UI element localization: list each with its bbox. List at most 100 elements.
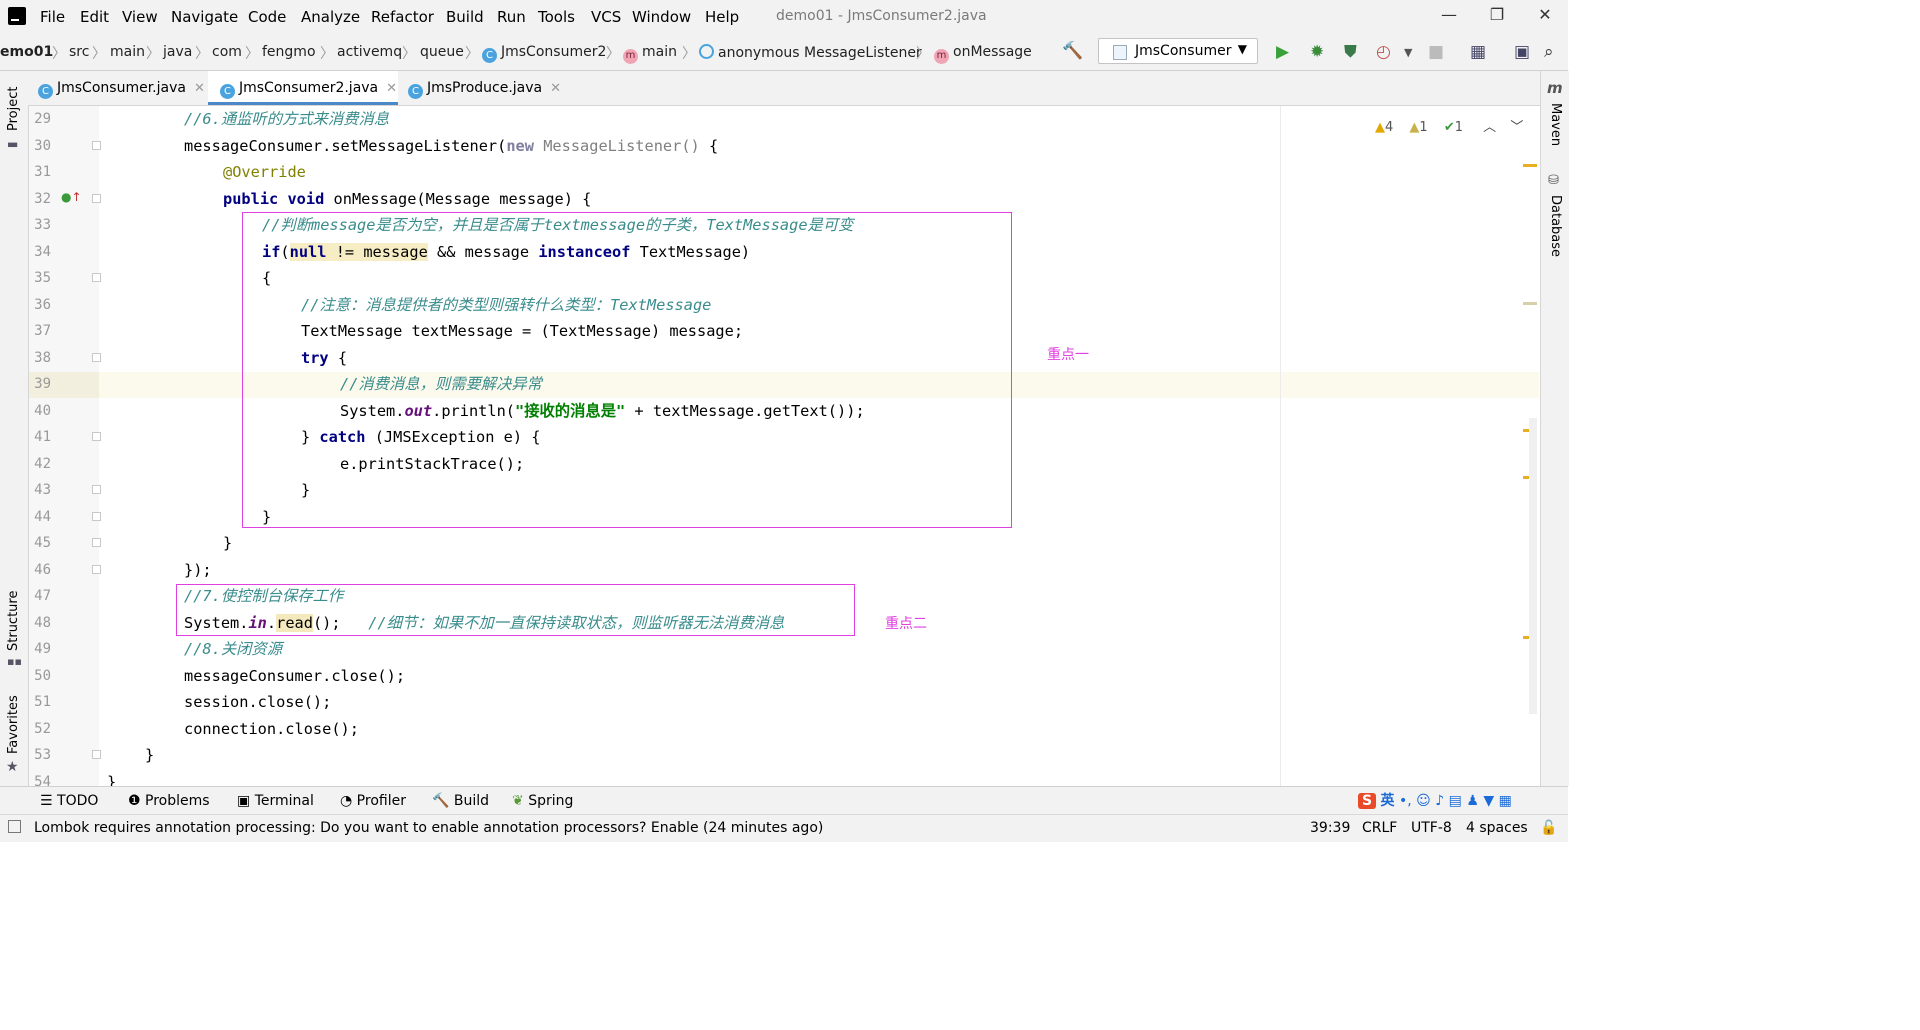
coverage-icon[interactable]: ⛊ (1344, 42, 1357, 62)
file-encoding[interactable]: UTF-8 (1411, 820, 1452, 836)
breadcrumb-class[interactable]: C JmsConsumer2 (482, 44, 606, 63)
grid-menu-icon[interactable]: ▦ (1499, 793, 1512, 809)
menu-code[interactable]: Code (248, 8, 286, 26)
favorites-panel-tab[interactable]: Favorites (6, 695, 21, 754)
method-icon: m (623, 49, 638, 64)
tab-jmsproduce[interactable]: C JmsProduce.java ✕ (398, 71, 568, 105)
profiler-tool-button[interactable]: ◔ Profiler (340, 793, 406, 809)
menu-view[interactable]: View (122, 8, 158, 26)
line-separator[interactable]: CRLF (1362, 820, 1397, 836)
close-window-button[interactable]: ✕ (1530, 5, 1560, 24)
terminal-window-icon[interactable]: ▣ (1514, 42, 1530, 62)
run-icon[interactable]: ▶ (1276, 42, 1289, 62)
fold-marker-icon[interactable] (92, 564, 101, 574)
maximize-button[interactable]: ❐ (1482, 5, 1512, 24)
menu-vcs[interactable]: VCS (591, 8, 621, 26)
database-panel-tab[interactable]: Database (1548, 195, 1563, 257)
menu-navigate[interactable]: Navigate (171, 8, 238, 26)
fold-marker-icon[interactable] (92, 750, 101, 759)
breadcrumb-project[interactable]: emo01 (0, 44, 53, 60)
project-panel-tab[interactable]: Project (6, 87, 21, 131)
fold-marker-icon[interactable] (92, 511, 101, 521)
menu-window[interactable]: Window (632, 8, 691, 26)
breadcrumb-java[interactable]: java (163, 44, 192, 60)
skin-icon[interactable]: ♟ (1466, 793, 1479, 809)
breadcrumb-src[interactable]: src (69, 44, 89, 60)
project-structure-icon[interactable]: ▦ (1470, 42, 1486, 62)
emoji-icon[interactable]: ☺ (1416, 793, 1431, 809)
minimize-button[interactable]: — (1434, 5, 1464, 24)
todo-tool-button[interactable]: ☰ TODO (40, 793, 98, 809)
problems-label: Problems (145, 793, 210, 809)
close-icon[interactable]: ✕ (550, 81, 561, 96)
spring-tool-button[interactable]: ❦ Spring (512, 793, 573, 809)
profile-icon[interactable]: ◴ (1376, 42, 1391, 62)
window-title: demo01 - JmsConsumer2.java (776, 8, 987, 24)
ime-punctuation-icon[interactable]: •, (1399, 793, 1412, 809)
menu-tools[interactable]: Tools (538, 8, 575, 26)
breadcrumb-activemq[interactable]: activemq (337, 44, 402, 60)
line-number: 29 (34, 111, 51, 127)
implements-method-icon[interactable]: ●↑ (61, 190, 82, 204)
breadcrumb-method-onmessage[interactable]: m onMessage (934, 44, 1032, 64)
caret-position[interactable]: 39:39 (1310, 820, 1350, 836)
tab-jmsconsumer[interactable]: C JmsConsumer.java ✕ (28, 71, 208, 105)
scrollbar-marker[interactable] (1523, 302, 1537, 305)
fold-marker-icon[interactable] (92, 352, 101, 362)
vertical-scrollbar-thumb[interactable] (1529, 418, 1537, 714)
breadcrumb-fengmo[interactable]: fengmo (262, 44, 316, 60)
fold-marker-icon[interactable] (92, 193, 101, 203)
close-icon[interactable]: ✕ (386, 81, 397, 96)
breadcrumb-queue[interactable]: queue (420, 44, 464, 60)
structure-panel-tab[interactable]: Structure (6, 591, 21, 651)
scrollbar-warning-marker[interactable] (1523, 164, 1537, 167)
close-icon[interactable]: ✕ (194, 81, 205, 96)
build-tool-button[interactable]: 🔨 Build (432, 793, 489, 809)
microphone-icon[interactable]: ♪ (1435, 793, 1444, 809)
fold-marker-icon[interactable] (92, 140, 101, 150)
tshirt-icon[interactable]: ▼ (1483, 793, 1494, 809)
menu-bar: File Edit View Navigate Code Analyze Ref… (0, 0, 1568, 34)
lock-icon[interactable]: 🔓 (1540, 820, 1557, 836)
search-icon[interactable]: ⌕ (1544, 42, 1554, 62)
code-annotation: @Override (223, 163, 306, 181)
profiler-label: Profiler (356, 793, 406, 809)
chevron-down-icon[interactable]: ▼ (1404, 46, 1412, 59)
terminal-tool-button[interactable]: ▣ Terminal (237, 793, 314, 809)
code-editor[interactable]: ▲4 ▲1 ✔1 ︿ ﹀ 29 //6.通监听的方式来消费消息 30 messa… (29, 106, 1539, 786)
menu-help[interactable]: Help (705, 8, 739, 26)
fold-marker-icon[interactable] (92, 538, 101, 547)
menu-edit[interactable]: Edit (80, 8, 109, 26)
maven-panel-tab[interactable]: Maven (1548, 103, 1563, 146)
menu-build[interactable]: Build (446, 8, 484, 26)
sogou-ime-icon: S (1358, 793, 1377, 809)
breadcrumb-separator: 〉 (320, 46, 334, 62)
breadcrumb-method-main[interactable]: m main (623, 44, 677, 64)
line-number: 39 (34, 376, 51, 392)
menu-file[interactable]: File (40, 8, 65, 26)
breadcrumb-com[interactable]: com (212, 44, 242, 60)
ime-language[interactable]: 英 (1381, 793, 1395, 809)
toggle-tool-windows-icon[interactable] (8, 820, 21, 833)
indent-setting[interactable]: 4 spaces (1466, 820, 1528, 836)
fold-marker-icon[interactable] (92, 273, 101, 282)
breadcrumb-main-label: main (642, 44, 677, 60)
run-configuration-select[interactable]: JmsConsumer ▼ (1098, 38, 1258, 64)
list-icon: ☰ (40, 793, 58, 809)
ime-toolbar[interactable]: S 英 •, ☺ ♪ ▤ ♟ ▼ ▦ (1358, 790, 1512, 810)
problems-tool-button[interactable]: ❶ Problems (128, 793, 210, 809)
menu-run[interactable]: Run (497, 8, 526, 26)
status-message[interactable]: Lombok requires annotation processing: D… (34, 820, 823, 836)
debug-icon[interactable]: ✹ (1310, 42, 1324, 62)
tab-jmsconsumer2[interactable]: C JmsConsumer2.java ✕ (208, 71, 398, 105)
fold-marker-icon[interactable] (92, 485, 101, 494)
chevron-down-icon: ▼ (1237, 42, 1247, 56)
breadcrumb-listener[interactable]: anonymous MessageListener (699, 44, 922, 61)
menu-refactor[interactable]: Refactor (371, 8, 434, 26)
breadcrumb-main[interactable]: main (110, 44, 145, 60)
stop-icon[interactable]: ■ (1428, 42, 1444, 62)
keyboard-icon[interactable]: ▤ (1449, 793, 1462, 809)
build-hammer-icon[interactable]: 🔨 (1062, 41, 1083, 61)
fold-marker-icon[interactable] (92, 432, 101, 441)
menu-analyze[interactable]: Analyze (301, 8, 360, 26)
